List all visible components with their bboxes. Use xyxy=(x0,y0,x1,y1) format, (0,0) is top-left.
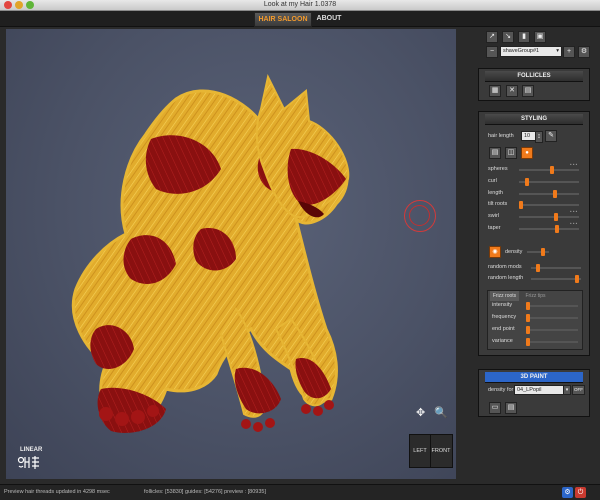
settings-gear-icon[interactable]: ⚙ xyxy=(562,487,573,498)
random-mods-slider[interactable] xyxy=(531,264,581,272)
frizz-param-knob[interactable] xyxy=(526,338,530,346)
chevron-down-icon[interactable]: ▾ xyxy=(563,385,571,395)
logo-text: LINEAR xyxy=(20,447,43,453)
open-icon[interactable]: ↗ xyxy=(486,31,498,43)
folder-icon[interactable]: ▮ xyxy=(518,31,530,43)
frizz-param-label: variance xyxy=(492,338,513,344)
param-label: swirl xyxy=(488,213,499,219)
tab-about[interactable]: ABOUT xyxy=(313,12,345,25)
param-slider[interactable] xyxy=(519,225,579,233)
frizz-param-knob[interactable] xyxy=(526,314,530,322)
cut-icon[interactable]: ✕ xyxy=(506,85,518,97)
comb-icon[interactable]: ✎ xyxy=(545,130,557,142)
off-button[interactable]: OFF xyxy=(572,385,585,395)
param-slider-knob[interactable] xyxy=(553,190,557,198)
density-for-label: density for xyxy=(488,387,514,393)
tab-frizz-tips[interactable]: Frizz tips xyxy=(521,291,550,301)
title-bar: Look at my Hair 1.0378 xyxy=(0,0,600,11)
param-label: curl xyxy=(488,178,497,184)
paint-title: 3D PAINT xyxy=(485,372,583,383)
paint-brush-cursor xyxy=(404,200,436,232)
density-eye-icon[interactable]: ◉ xyxy=(489,246,501,258)
tab-frizz-roots[interactable]: Frizz roots xyxy=(490,291,519,301)
frizz-param-knob[interactable] xyxy=(526,302,530,310)
front-view-button[interactable]: FRONT xyxy=(431,435,451,467)
frizz-param-label: intensity xyxy=(492,302,513,308)
random-length-slider[interactable] xyxy=(531,275,581,283)
taper-marks: • • • xyxy=(570,221,578,226)
window-title: Look at my Hair 1.0378 xyxy=(263,1,337,8)
density-slider[interactable] xyxy=(527,248,549,256)
swirl-marks: • • • xyxy=(570,209,578,214)
frizz-param-label: end point xyxy=(492,326,515,332)
grid-icon[interactable]: ▦ xyxy=(489,85,501,97)
param-label: length xyxy=(488,190,503,196)
density-slider-knob[interactable] xyxy=(541,248,545,256)
param-label: tilt roots xyxy=(488,201,508,207)
param-slider-knob[interactable] xyxy=(555,225,559,233)
paint-mode-icon[interactable]: ● xyxy=(521,147,533,159)
param-slider[interactable] xyxy=(519,213,579,221)
zoom-icon[interactable]: 🔍 xyxy=(434,406,448,419)
frizz-param-slider[interactable] xyxy=(526,302,578,310)
hair-length-stepper[interactable]: ↕ xyxy=(535,131,543,143)
status-message: Preview hair threads updated in 4298 mse… xyxy=(4,489,110,495)
group-settings-gear-icon[interactable]: ⚙ xyxy=(578,46,590,58)
group-select-value: shaveGroup#1 xyxy=(503,48,540,54)
left-view-button[interactable]: LEFT xyxy=(410,435,431,467)
frizz-param-label: frequency xyxy=(492,314,517,320)
smooth-mode-icon[interactable]: ◫ xyxy=(505,147,517,159)
param-label: taper xyxy=(488,225,501,231)
param-slider-knob[interactable] xyxy=(519,201,523,209)
group-select[interactable]: shaveGroup#1 ▾ xyxy=(500,46,562,57)
trash-icon[interactable]: ▭ xyxy=(489,402,501,414)
random-mods-label: random mods xyxy=(488,264,522,270)
random-length-knob[interactable] xyxy=(575,275,579,283)
disk-icon[interactable]: ▣ xyxy=(534,31,546,43)
param-slider-knob[interactable] xyxy=(525,178,529,186)
density-for-select[interactable]: 04_LPopil xyxy=(514,385,566,395)
follicles-title: FOLLICLES xyxy=(485,71,583,82)
status-bar: Preview hair threads updated in 4298 mse… xyxy=(0,484,600,500)
frizz-param-slider[interactable] xyxy=(526,314,578,322)
save-icon[interactable]: ↘ xyxy=(502,31,514,43)
logo: LINEAR xyxy=(14,447,44,471)
brush-mode-icon[interactable]: ▤ xyxy=(489,147,501,159)
list-icon[interactable]: ▤ xyxy=(522,85,534,97)
frizz-param-slider[interactable] xyxy=(526,326,578,334)
random-mods-knob[interactable] xyxy=(536,264,540,272)
view-switcher: LEFT FRONT xyxy=(409,434,453,468)
add-group-button[interactable]: + xyxy=(563,46,575,58)
param-slider[interactable] xyxy=(519,166,579,174)
status-counts: follicles: [53830] guides: [54276] previ… xyxy=(144,489,266,495)
paint-layer-icon[interactable]: ▤ xyxy=(505,402,517,414)
density-label: density xyxy=(505,249,523,255)
3d-viewport[interactable]: ✥ 🔍 LEFT FRONT LINEAR xyxy=(6,29,456,479)
param-slider[interactable] xyxy=(519,190,579,198)
move-icon[interactable]: ✥ xyxy=(416,406,425,419)
werewolf-model xyxy=(71,74,350,433)
frizz-param-knob[interactable] xyxy=(526,326,530,334)
power-icon[interactable]: ⏻ xyxy=(575,487,586,498)
chevron-down-icon: ▾ xyxy=(556,48,559,54)
random-length-label: random length xyxy=(488,275,524,281)
remove-group-button[interactable]: − xyxy=(486,46,498,58)
hair-logo-icon xyxy=(17,456,39,469)
param-label: spheres xyxy=(488,166,508,172)
tab-hair-saloon[interactable]: HAIR SALOON xyxy=(254,12,312,27)
frizz-param-slider[interactable] xyxy=(526,338,578,346)
density-for-value: 04_LPopil xyxy=(517,387,542,393)
hair-length-label: hair length xyxy=(488,133,514,139)
param-slider-knob[interactable] xyxy=(554,213,558,221)
main-tab-bar: HAIR SALOON ABOUT xyxy=(0,11,600,27)
styling-title: STYLING xyxy=(485,114,583,125)
param-slider[interactable] xyxy=(519,201,579,209)
spheres-marks: • • • xyxy=(570,162,578,167)
param-slider[interactable] xyxy=(519,178,579,186)
param-slider-knob[interactable] xyxy=(550,166,554,174)
